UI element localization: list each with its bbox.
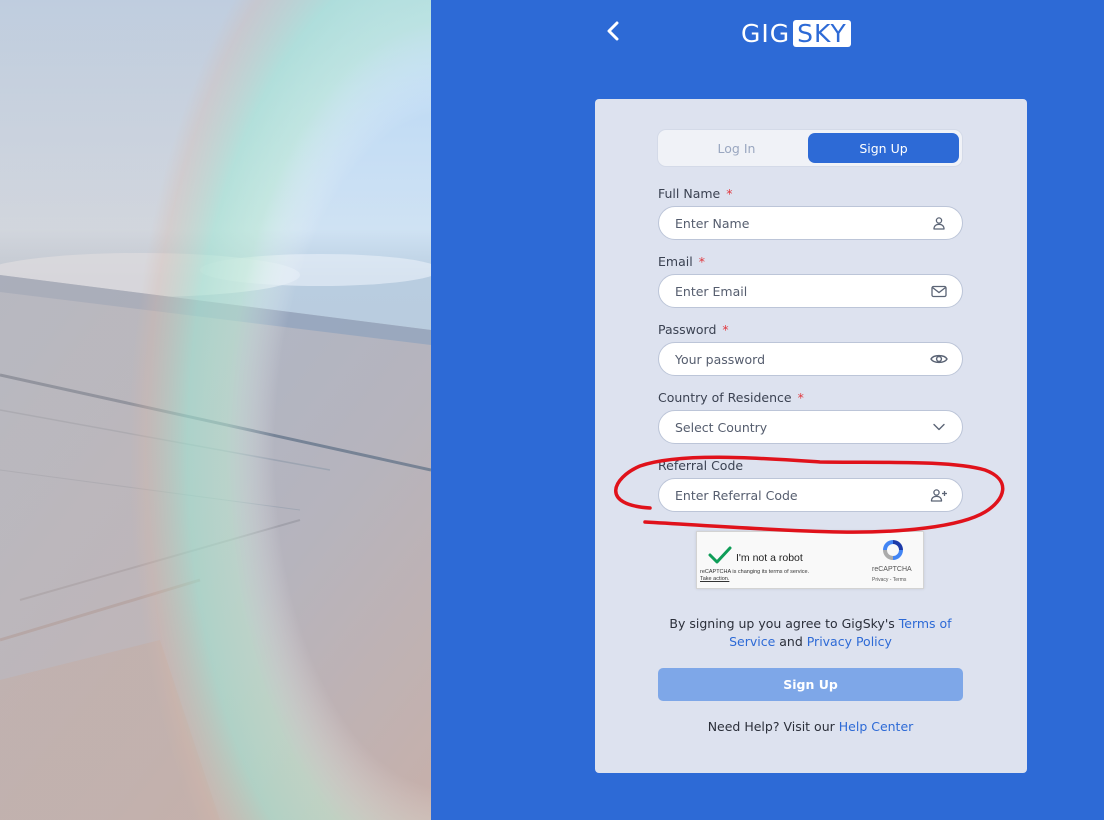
full-name-label-text: Full Name <box>658 186 721 201</box>
terms-agreement: By signing up you agree to GigSky's Term… <box>658 615 963 651</box>
referral-label-text: Referral Code <box>658 458 744 473</box>
email-placeholder: Enter Email <box>675 283 748 299</box>
required-marker: * <box>698 254 705 269</box>
full-name-placeholder: Enter Name <box>675 215 750 231</box>
full-name-input[interactable]: Enter Name <box>658 206 963 240</box>
email-label-text: Email <box>658 254 693 269</box>
referral-code-input[interactable]: Enter Referral Code <box>658 478 963 512</box>
required-marker: * <box>726 186 733 201</box>
logo-text-gig: GIG <box>741 18 791 48</box>
country-label-text: Country of Residence <box>658 390 792 405</box>
take-action-link[interactable]: Take action. <box>700 576 809 583</box>
referral-placeholder: Enter Referral Code <box>675 487 798 503</box>
recaptcha-notice: reCAPTCHA is changing its terms of servi… <box>700 569 809 583</box>
privacy-policy-link[interactable]: Privacy Policy <box>807 634 892 649</box>
email-label: Email * <box>658 254 705 269</box>
country-label: Country of Residence * <box>658 390 804 405</box>
recaptcha-links[interactable]: Privacy - Terms <box>872 577 906 583</box>
recaptcha-label: I'm not a robot <box>736 552 803 564</box>
recaptcha-brand: reCAPTCHA <box>872 566 912 573</box>
recaptcha-notice-text: reCAPTCHA is changing its terms of servi… <box>700 569 810 575</box>
sign-up-button[interactable]: Sign Up <box>658 668 963 701</box>
gigsky-logo: GIG SKY <box>741 18 851 48</box>
background-photo <box>0 0 431 820</box>
recaptcha-widget: I'm not a robot reCAPTCHA is changing it… <box>696 531 924 589</box>
full-name-label: Full Name * <box>658 186 732 201</box>
user-icon <box>930 214 948 232</box>
checkmark-icon[interactable] <box>708 546 732 568</box>
country-placeholder: Select Country <box>675 419 768 435</box>
mail-icon <box>930 282 948 300</box>
logo-text-sky: SKY <box>793 19 851 47</box>
help-prefix: Need Help? Visit our <box>707 719 839 734</box>
tab-signup[interactable]: Sign Up <box>808 133 959 163</box>
chevron-left-icon <box>606 21 620 45</box>
tab-login[interactable]: Log In <box>661 133 812 163</box>
agreement-prefix: By signing up you agree to GigSky's <box>669 616 899 631</box>
chevron-down-icon <box>930 418 948 436</box>
user-plus-icon <box>930 486 948 504</box>
password-label: Password * <box>658 322 729 337</box>
referral-label: Referral Code <box>658 458 743 473</box>
required-marker: * <box>797 390 804 405</box>
password-field[interactable]: Your password <box>658 342 963 376</box>
eye-icon[interactable] <box>930 350 948 368</box>
signup-card: Log In Sign Up Full Name * Enter Name Ema… <box>595 99 1027 773</box>
country-select[interactable]: Select Country <box>658 410 963 444</box>
required-marker: * <box>722 322 729 337</box>
email-field[interactable]: Enter Email <box>658 274 963 308</box>
back-button[interactable] <box>602 20 624 46</box>
auth-tabs: Log In Sign Up <box>657 129 963 167</box>
password-placeholder: Your password <box>675 351 766 367</box>
help-center-link[interactable]: Help Center <box>839 719 914 734</box>
agreement-and: and <box>775 634 807 649</box>
password-label-text: Password <box>658 322 717 337</box>
recaptcha-logo-icon <box>880 537 906 567</box>
help-text: Need Help? Visit our Help Center <box>658 719 963 734</box>
